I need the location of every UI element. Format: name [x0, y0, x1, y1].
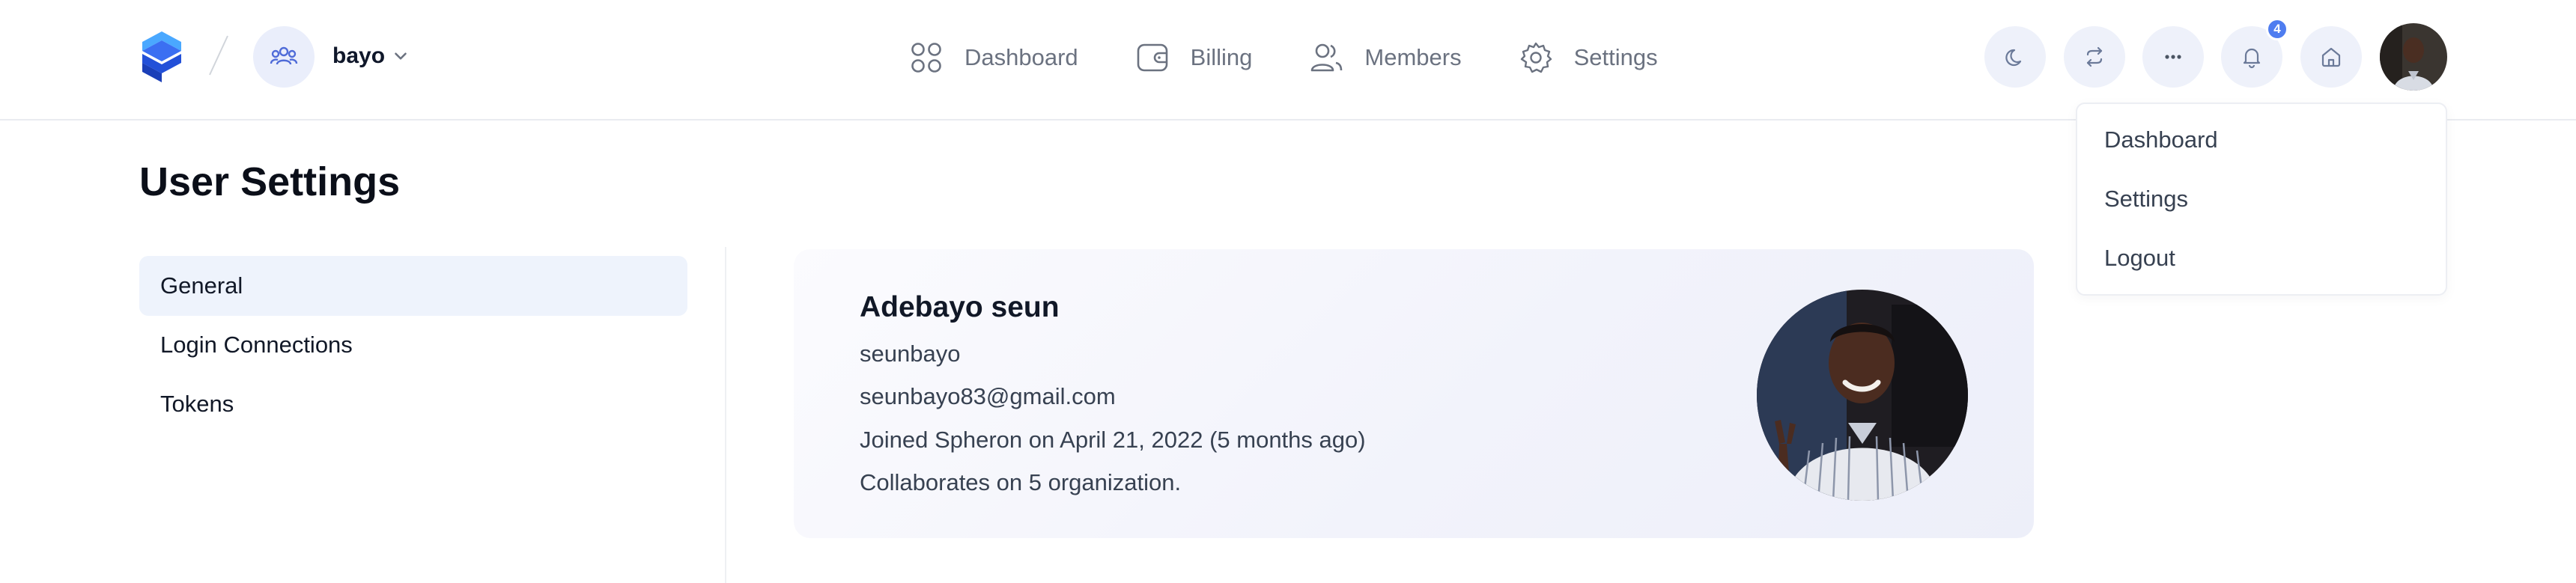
org-name-label: bayo: [332, 43, 386, 68]
nav-item-billing[interactable]: Billing: [1135, 40, 1253, 75]
user-photo: [2380, 23, 2447, 91]
wallet-icon: [1137, 43, 1167, 72]
refresh-button[interactable]: [2064, 26, 2125, 88]
nav-label: Settings: [1573, 44, 1658, 70]
spheron-logo-icon[interactable]: [139, 31, 184, 82]
page-title: User Settings: [139, 159, 401, 204]
home-icon: [2321, 47, 2341, 67]
nav-label: Dashboard: [965, 44, 1078, 70]
profile-name: Adebayo seun: [860, 291, 1060, 323]
nav-item-members[interactable]: Members: [1309, 40, 1462, 75]
nav-label: Billing: [1190, 44, 1253, 70]
refresh-icon: [2086, 46, 2103, 67]
bell-icon: [2243, 48, 2261, 69]
sidebar-item-general[interactable]: General: [139, 256, 687, 316]
org-switcher[interactable]: bayo: [332, 43, 410, 69]
chevron-down-icon: [395, 52, 407, 60]
profile-username: seunbayo: [860, 341, 961, 367]
notification-count-badge: 4: [2266, 18, 2288, 40]
breadcrumb-separator: [204, 33, 234, 78]
menu-item-settings[interactable]: Settings: [2104, 186, 2188, 213]
menu-item-logout[interactable]: Logout: [2104, 245, 2175, 272]
sidebar-item-login-connections[interactable]: Login Connections: [139, 315, 687, 375]
user-avatar[interactable]: [2380, 23, 2447, 91]
nav-label: Members: [1364, 44, 1462, 70]
users-icon: [1311, 43, 1343, 72]
home-button[interactable]: [2300, 26, 2362, 88]
menu-item-dashboard[interactable]: Dashboard: [2104, 126, 2218, 153]
profile-email: seunbayo83@gmail.com: [860, 383, 1116, 409]
sidebar-item-label: Tokens: [160, 391, 234, 417]
more-icon: [2165, 55, 2181, 59]
user-menu-dropdown: Dashboard Settings Logout: [2076, 103, 2447, 296]
moon-icon: [2005, 49, 2022, 67]
profile-photo-image: [1757, 290, 1968, 501]
gear-icon: [1520, 42, 1552, 73]
team-icon: [270, 46, 298, 65]
sidebar-item-tokens[interactable]: Tokens: [139, 374, 687, 434]
profile-photo: [1757, 290, 1968, 501]
more-button[interactable]: [2142, 26, 2204, 88]
nav-item-dashboard[interactable]: Dashboard: [909, 40, 1078, 75]
theme-toggle-button[interactable]: [1984, 26, 2046, 88]
main-nav: Dashboard Billing Members Settings: [909, 35, 1715, 80]
content-divider: [725, 247, 726, 583]
profile-card: Adebayo seun seunbayo seunbayo83@gmail.c…: [794, 249, 2034, 538]
profile-collaborations: Collaborates on 5 organization.: [860, 469, 1182, 495]
sidebar-item-label: Login Connections: [160, 332, 353, 358]
org-avatar[interactable]: [253, 26, 315, 88]
profile-joined: Joined Spheron on April 21, 2022 (5 mont…: [860, 427, 1366, 453]
grid-icon: [911, 43, 941, 73]
sidebar-item-label: General: [160, 272, 243, 299]
nav-item-settings[interactable]: Settings: [1519, 40, 1658, 75]
